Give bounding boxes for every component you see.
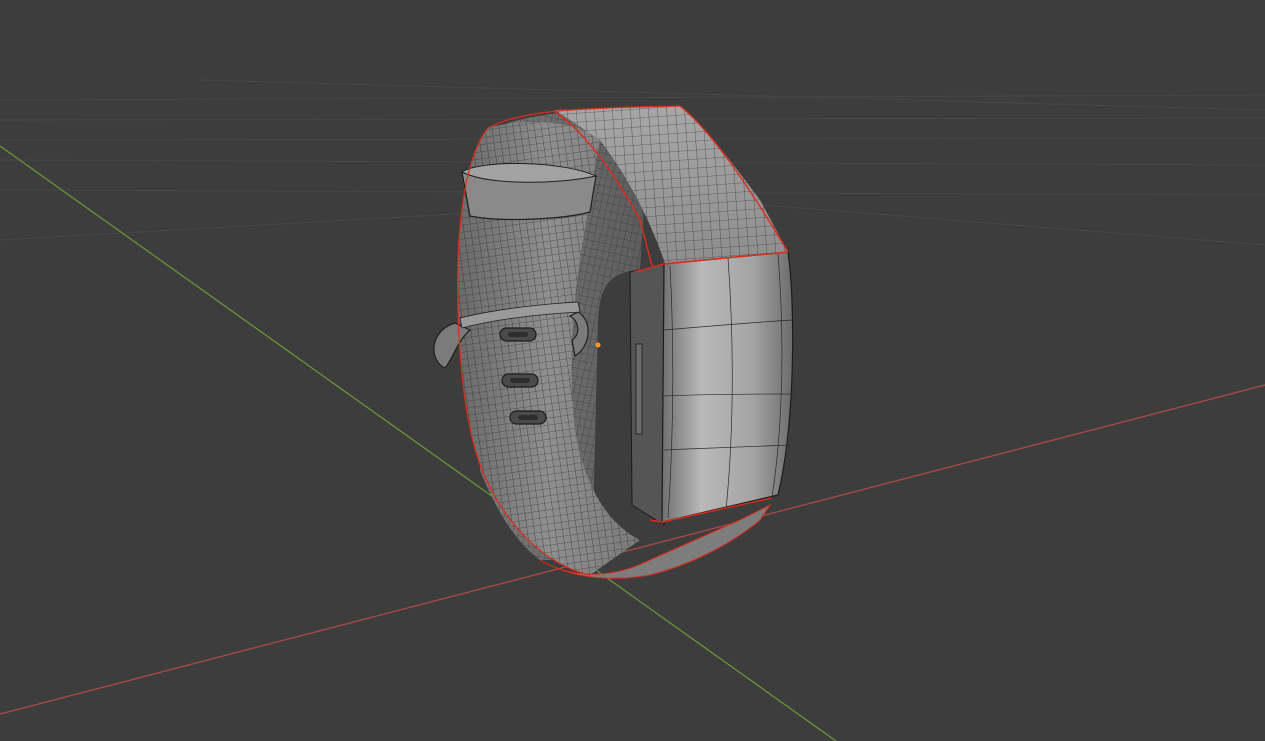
grid-line [199,79,1265,111]
grid-line [0,94,1265,101]
object-origin-point [595,342,601,348]
side-button [635,343,643,435]
tracker-face [661,251,794,523]
band-model[interactable] [433,105,795,579]
grid-line [699,199,1265,246]
3d-viewport[interactable] [0,0,1265,741]
tracker-side [629,263,667,526]
